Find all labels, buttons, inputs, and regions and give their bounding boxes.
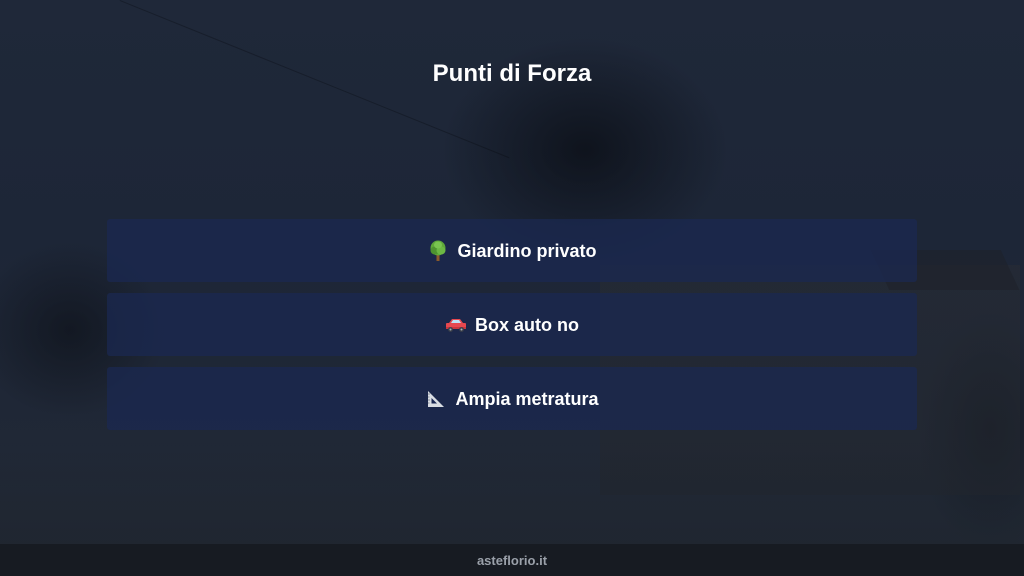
slide: Punti di Forza Giardino privato Box auto… — [0, 0, 1024, 576]
feature-label: Giardino privato — [457, 240, 597, 261]
feature-card-garden: Giardino privato — [107, 219, 917, 282]
footer: asteflorio.it — [0, 544, 1024, 576]
feature-list: Giardino privato Box auto no Ampia metra… — [107, 219, 917, 441]
tree-icon — [427, 240, 449, 262]
car-icon — [445, 314, 467, 336]
footer-website: asteflorio.it — [476, 552, 548, 568]
feature-card-size: Ampia metratura — [107, 367, 917, 430]
feature-label: Ampia metratura — [455, 388, 599, 409]
page-title: Punti di Forza — [432, 60, 592, 87]
feature-card-garage: Box auto no — [107, 293, 917, 356]
triangular-ruler-icon — [425, 388, 447, 410]
feature-label: Box auto no — [475, 314, 579, 335]
background-ground — [0, 440, 1024, 544]
